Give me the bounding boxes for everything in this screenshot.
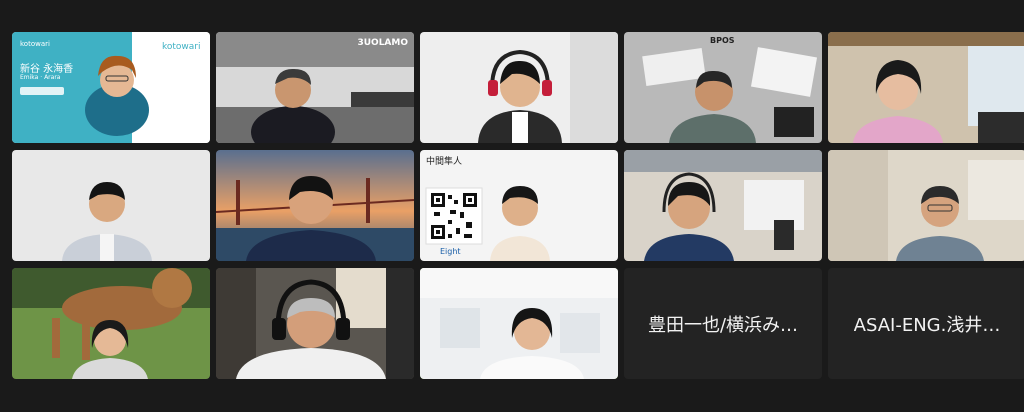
participant-tile-2[interactable]: 3UOLAMO xyxy=(216,32,414,143)
participant-video-11 xyxy=(12,268,210,379)
background-subtext: Emika · Arara xyxy=(20,74,61,81)
background-brand-text: 3UOLAMO xyxy=(357,38,408,48)
participant-video-3 xyxy=(420,32,618,143)
background-logo-text: kotowari xyxy=(162,42,201,52)
participant-tile-7[interactable] xyxy=(216,150,414,261)
participant-tile-14[interactable]: 豊田一也/横浜み… xyxy=(624,268,822,379)
background-brand-text: BPOS xyxy=(710,36,735,45)
participant-tile-1[interactable]: kotowari 新谷 永海香 Emika · Arara kotowari xyxy=(12,32,210,143)
participant-video-4 xyxy=(624,32,822,143)
participant-video-5 xyxy=(828,32,1024,143)
participant-tile-3[interactable] xyxy=(420,32,618,143)
participant-tile-10[interactable] xyxy=(828,150,1024,261)
background-brand-text: kotowari xyxy=(20,40,50,48)
participant-tile-8[interactable]: 中間隼人 Eight xyxy=(420,150,618,261)
participant-video-12 xyxy=(216,268,414,379)
participant-video-9 xyxy=(624,150,822,261)
participant-tile-4[interactable]: BPOS xyxy=(624,32,822,143)
video-grid: kotowari 新谷 永海香 Emika · Arara kotowari 3… xyxy=(12,32,1024,379)
participant-video-10 xyxy=(828,150,1024,261)
participant-tile-13-active-speaker[interactable] xyxy=(420,268,618,379)
participant-video-6 xyxy=(12,150,210,261)
participant-video-13 xyxy=(420,268,618,379)
participant-video-7 xyxy=(216,150,414,261)
background-logo-text: Eight xyxy=(440,247,461,256)
participant-tile-11[interactable] xyxy=(12,268,210,379)
participant-name: ASAI-ENG.浅井… xyxy=(853,314,1001,336)
participant-tile-15[interactable]: ASAI-ENG.浅井… xyxy=(828,268,1024,379)
participant-tile-9[interactable] xyxy=(624,150,822,261)
background-name-text: 中間隼人 xyxy=(426,157,463,167)
background-name-text: 新谷 永海香 xyxy=(20,64,74,75)
participant-tile-6[interactable] xyxy=(12,150,210,261)
participant-video-2 xyxy=(216,32,414,143)
participant-name: 豊田一也/横浜み… xyxy=(647,314,799,336)
participant-tile-12[interactable] xyxy=(216,268,414,379)
participant-tile-5[interactable] xyxy=(828,32,1024,143)
